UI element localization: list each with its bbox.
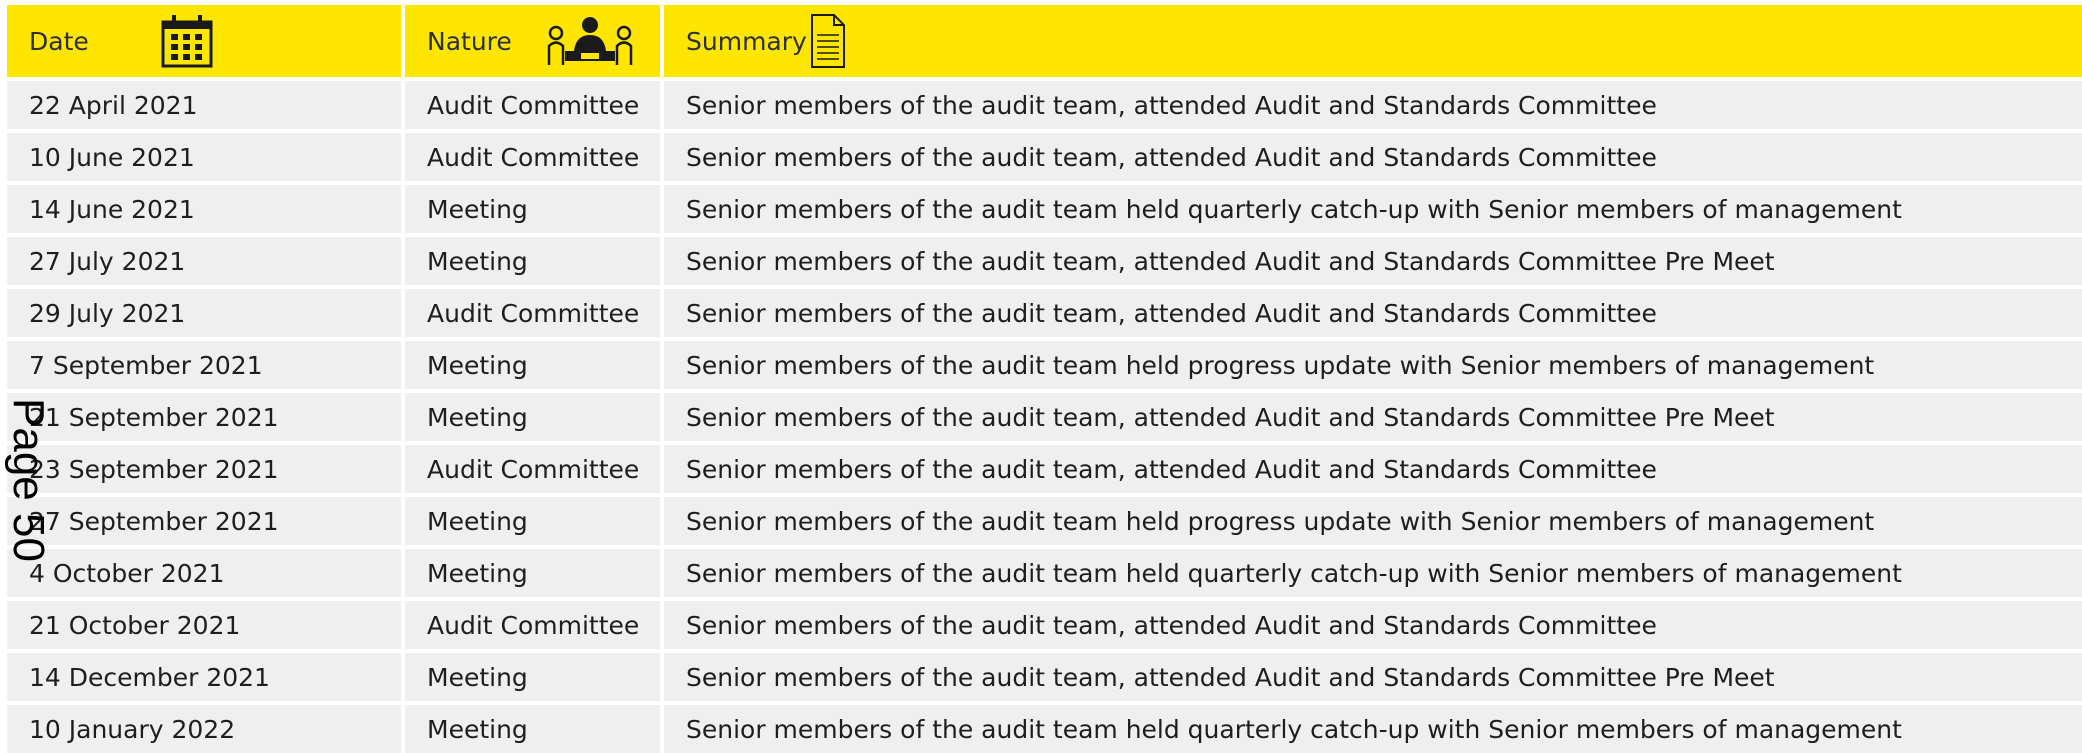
cell-date: 14 June 2021: [7, 185, 401, 233]
cell-nature: Audit Committee: [405, 601, 660, 649]
meeting-icon: [545, 13, 635, 75]
cell-summary: Senior members of the audit team held pr…: [664, 341, 2082, 389]
cell-nature: Meeting: [405, 705, 660, 753]
header-nature-label: Nature: [427, 26, 512, 56]
cell-summary: Senior members of the audit team, attend…: [664, 653, 2082, 701]
cell-nature: Meeting: [405, 341, 660, 389]
cell-nature: Audit Committee: [405, 81, 660, 129]
cell-summary: Senior members of the audit team, attend…: [664, 601, 2082, 649]
cell-nature: Meeting: [405, 237, 660, 285]
header-nature: Nature: [405, 5, 660, 77]
cell-summary: Senior members of the audit team, attend…: [664, 133, 2082, 181]
cell-date: 27 September 2021: [7, 497, 401, 545]
cell-date: 21 September 2021: [7, 393, 401, 441]
cell-nature: Meeting: [405, 653, 660, 701]
cell-summary: Senior members of the audit team, attend…: [664, 81, 2082, 129]
cell-nature: Meeting: [405, 393, 660, 441]
header-summary-label: Summary: [686, 26, 807, 56]
cell-summary: Senior members of the audit team held qu…: [664, 549, 2082, 597]
document-icon: [810, 13, 846, 75]
cell-date: 7 September 2021: [7, 341, 401, 389]
cell-nature: Audit Committee: [405, 289, 660, 337]
cell-nature: Meeting: [405, 549, 660, 597]
cell-summary: Senior members of the audit team, attend…: [664, 393, 2082, 441]
cell-summary: Senior members of the audit team, attend…: [664, 445, 2082, 493]
cell-date: 27 July 2021: [7, 237, 401, 285]
cell-nature: Meeting: [405, 185, 660, 233]
cell-date: 4 October 2021: [7, 549, 401, 597]
cell-summary: Senior members of the audit team held qu…: [664, 185, 2082, 233]
cell-nature: Meeting: [405, 497, 660, 545]
calendar-icon: [160, 13, 214, 75]
cell-summary: Senior members of the audit team, attend…: [664, 289, 2082, 337]
cell-summary: Senior members of the audit team, attend…: [664, 237, 2082, 285]
cell-date: 10 January 2022: [7, 705, 401, 753]
header-date-label: Date: [29, 26, 89, 56]
cell-summary: Senior members of the audit team held qu…: [664, 705, 2082, 753]
header-summary: Summary: [664, 5, 2082, 77]
cell-date: 29 July 2021: [7, 289, 401, 337]
cell-date: 23 September 2021: [7, 445, 401, 493]
header-date: Date: [7, 5, 401, 77]
cell-date: 10 June 2021: [7, 133, 401, 181]
cell-date: 21 October 2021: [7, 601, 401, 649]
page-number-marker: Page 50: [4, 398, 53, 562]
cell-nature: Audit Committee: [405, 445, 660, 493]
meetings-table: Date Nature Summary 22 April 2021 Audit …: [7, 5, 2082, 753]
cell-date: 14 December 2021: [7, 653, 401, 701]
cell-summary: Senior members of the audit team held pr…: [664, 497, 2082, 545]
cell-nature: Audit Committee: [405, 133, 660, 181]
cell-date: 22 April 2021: [7, 81, 401, 129]
